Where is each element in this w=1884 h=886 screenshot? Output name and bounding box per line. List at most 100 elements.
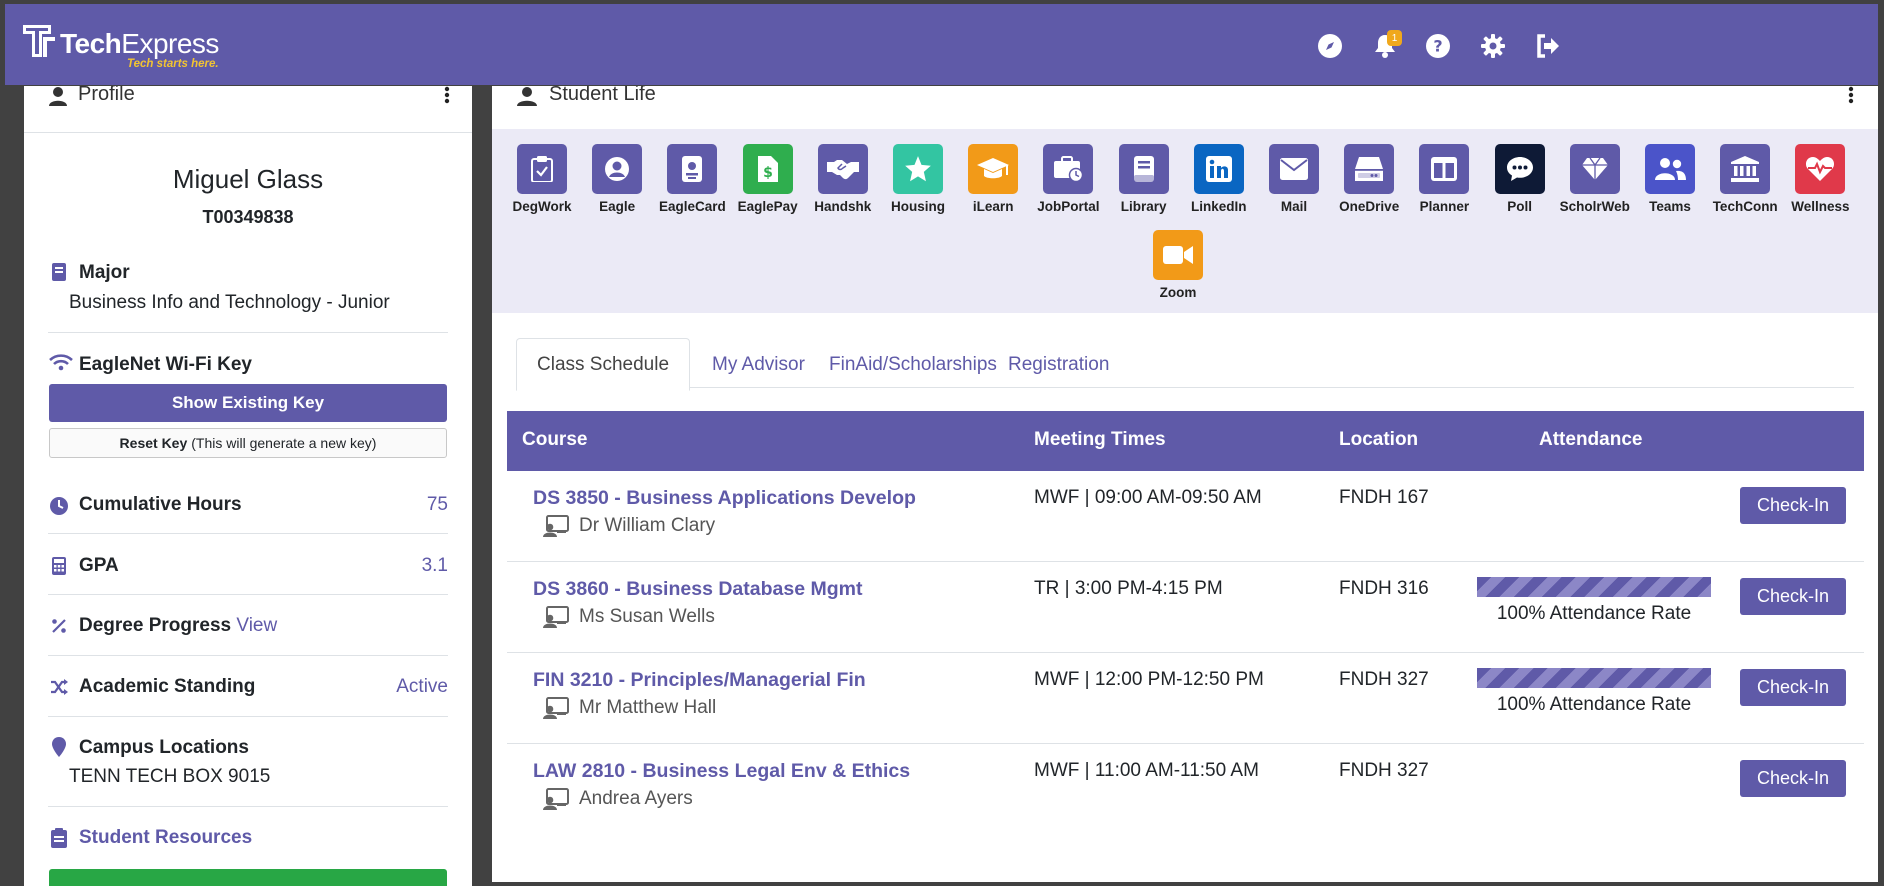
gem-icon bbox=[1569, 144, 1620, 194]
techexpress-logo[interactable]: TechExpress Tech starts here. bbox=[21, 22, 221, 72]
app-tile-wellness[interactable]: Wellness bbox=[1791, 144, 1850, 214]
dollar-file-icon: $ bbox=[742, 144, 793, 194]
more-options-icon[interactable] bbox=[444, 86, 450, 105]
student-name: Miguel Glass bbox=[172, 164, 324, 194]
app-tile-jobportal[interactable]: JobPortal bbox=[1037, 144, 1100, 214]
major-label: Major bbox=[79, 262, 130, 283]
check-in-button[interactable]: Check-In bbox=[1740, 578, 1846, 615]
gpa-label: GPA bbox=[79, 555, 119, 576]
attendance-cell: 100% Attendance Rate bbox=[1477, 577, 1711, 625]
calculator-icon bbox=[49, 556, 69, 576]
app-tile-techconn[interactable]: TechConn bbox=[1713, 144, 1778, 214]
wifi-icon bbox=[48, 352, 74, 372]
app-tile-zoom[interactable]: Zoom bbox=[1150, 230, 1206, 300]
course-link[interactable]: LAW 2810 - Business Legal Env & Ethics bbox=[533, 760, 910, 783]
degree-progress-view-link[interactable]: View bbox=[236, 615, 277, 636]
profile-card-header: Profile bbox=[24, 86, 472, 133]
show-existing-key-button[interactable]: Show Existing Key bbox=[49, 384, 447, 422]
attendance-cell: 100% Attendance Rate bbox=[1477, 668, 1711, 716]
clipboard-check-icon bbox=[517, 144, 567, 194]
course-link[interactable]: FIN 3210 - Principles/Managerial Fin bbox=[533, 669, 866, 692]
attendance-progress-bar bbox=[1477, 668, 1711, 688]
degree-progress-label: Degree Progress View bbox=[79, 615, 278, 636]
clock-icon bbox=[49, 496, 69, 516]
attendance-rate: 100% Attendance Rate bbox=[1496, 603, 1692, 624]
app-tile-handshk[interactable]: Handshk bbox=[814, 144, 871, 214]
app-tile-eaglepay[interactable]: $ EaglePay bbox=[738, 144, 798, 214]
divider bbox=[48, 655, 448, 656]
check-in-button[interactable]: Check-In bbox=[1740, 669, 1846, 706]
location: FNDH 167 bbox=[1339, 487, 1429, 508]
resources-green-button[interactable] bbox=[49, 869, 447, 886]
app-tile-label: Wellness bbox=[1791, 199, 1850, 214]
app-tile-library[interactable]: Library bbox=[1116, 144, 1172, 214]
heart-pulse-icon bbox=[1795, 144, 1846, 194]
course-link[interactable]: DS 3860 - Business Database Mgmt bbox=[533, 578, 862, 601]
divider bbox=[48, 533, 448, 534]
notifications-bell[interactable]: 1 bbox=[1371, 30, 1402, 60]
divider bbox=[48, 332, 448, 333]
video-camera-icon bbox=[1153, 230, 1203, 280]
table-row: FIN 3210 - Principles/Managerial Fin Mr M… bbox=[507, 653, 1864, 744]
table-row: LAW 2810 - Business Legal Env & Ethics An… bbox=[507, 744, 1864, 835]
academic-standing-label: Academic Standing bbox=[79, 676, 256, 697]
app-tile-teams[interactable]: Teams bbox=[1642, 144, 1698, 214]
app-tile-scholrweb[interactable]: ScholrWeb bbox=[1560, 144, 1630, 214]
help-icon[interactable]: ? bbox=[1424, 32, 1452, 60]
chalkboard-teacher-icon bbox=[543, 515, 569, 537]
campus-locations-label: Campus Locations bbox=[79, 737, 249, 758]
app-tile-degwork[interactable]: DegWork bbox=[512, 144, 572, 214]
app-tile-eaglecard[interactable]: EagleCard bbox=[659, 144, 726, 214]
profile-title: Profile bbox=[78, 86, 135, 105]
reset-key-button[interactable]: Reset Key (This will generate a new key) bbox=[49, 428, 447, 458]
id-badge-icon bbox=[667, 144, 718, 194]
tab-my-advisor[interactable]: My Advisor bbox=[692, 338, 825, 391]
col-location: Location bbox=[1339, 429, 1419, 450]
location: FNDH 316 bbox=[1339, 578, 1429, 599]
meeting-times: TR | 3:00 PM-4:15 PM bbox=[1034, 578, 1223, 599]
app-tiles-panel: DegWork Eagle EagleCard $ EaglePay Handshk Hou… bbox=[492, 129, 1878, 313]
chalkboard-teacher-icon bbox=[543, 606, 569, 628]
col-meeting-times: Meeting Times bbox=[1034, 429, 1166, 450]
cumulative-hours-label: Cumulative Hours bbox=[79, 494, 242, 515]
app-tile-label: Zoom bbox=[1159, 285, 1197, 300]
attendance-rate: 100% Attendance Rate bbox=[1496, 694, 1692, 715]
app-tile-ilearn[interactable]: iLearn bbox=[965, 144, 1021, 214]
more-options-icon[interactable] bbox=[1848, 86, 1854, 105]
logout-icon[interactable] bbox=[1534, 32, 1562, 60]
compass-icon[interactable] bbox=[1316, 32, 1344, 60]
student-id: T00349838 bbox=[202, 207, 294, 227]
tab-finaid-scholarships[interactable]: FinAid/Scholarships bbox=[809, 338, 1017, 391]
linkedin-icon bbox=[1193, 144, 1244, 194]
top-navbar: TechExpress Tech starts here. 1 ? bbox=[5, 4, 1883, 85]
users-icon bbox=[1645, 144, 1695, 194]
percent-icon bbox=[49, 616, 69, 636]
app-tile-poll[interactable]: Poll bbox=[1492, 144, 1548, 214]
course-link[interactable]: DS 3850 - Business Applications Develop bbox=[533, 487, 916, 510]
instructor-name: Ms Susan Wells bbox=[579, 606, 715, 627]
reset-key-note: (This will generate a new key) bbox=[191, 435, 377, 451]
divider bbox=[48, 594, 448, 595]
clipboard-list-icon bbox=[49, 828, 69, 848]
tab-class-schedule[interactable]: Class Schedule bbox=[516, 338, 691, 391]
table-row: DS 3860 - Business Database Mgmt Ms Susan… bbox=[507, 562, 1864, 653]
app-tile-housing[interactable]: Housing bbox=[890, 144, 946, 214]
schedule-tabs: Class Schedule My Advisor FinAid/Scholar… bbox=[516, 338, 1854, 391]
app-tile-linkedin[interactable]: LinkedIn bbox=[1191, 144, 1247, 214]
gear-icon[interactable] bbox=[1479, 32, 1507, 60]
tab-registration[interactable]: Registration bbox=[988, 338, 1129, 391]
table-row: DS 3850 - Business Applications Develop D… bbox=[507, 471, 1864, 562]
student-resources-link[interactable]: Student Resources bbox=[79, 827, 252, 849]
app-tile-planner[interactable]: Planner bbox=[1416, 144, 1472, 214]
meeting-times: MWF | 11:00 AM-11:50 AM bbox=[1034, 760, 1259, 781]
shuffle-icon bbox=[49, 677, 69, 697]
student-life-header: Student Life bbox=[492, 86, 1878, 133]
brand-name: TechExpress bbox=[60, 28, 219, 59]
check-in-button[interactable]: Check-In bbox=[1740, 760, 1846, 797]
app-tile-mail[interactable]: Mail bbox=[1266, 144, 1322, 214]
student-life-card: Student Life DegWork Eagle EagleCard $ Eagle… bbox=[492, 86, 1878, 882]
app-tile-eagle[interactable]: Eagle bbox=[589, 144, 645, 214]
check-in-button[interactable]: Check-In bbox=[1740, 487, 1846, 524]
notification-count-badge: 1 bbox=[1387, 30, 1402, 46]
app-tile-onedrive[interactable]: OneDrive bbox=[1339, 144, 1399, 214]
